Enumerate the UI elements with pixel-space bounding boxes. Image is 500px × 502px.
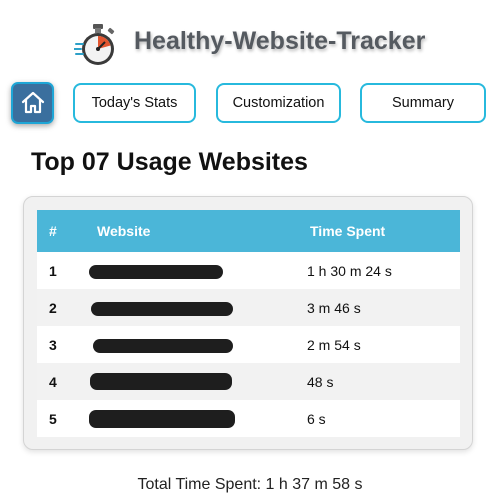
redacted-website [89,264,223,279]
column-header-website: Website [97,210,307,252]
website-cell [90,363,307,400]
rank-cell: 3 [49,336,57,353]
website-cell [91,289,307,326]
rank-cell: 5 [49,410,57,427]
app-title: Healthy-Website-Tracker [134,27,426,55]
rank-cell: 4 [37,363,97,400]
total-time-spent: Total Time Spent: 1 h 37 m 58 s [137,476,363,493]
time-cell: 2 m 54 s [307,336,361,353]
section-title: Top 07 Usage Websites [31,148,308,176]
customization-button[interactable]: Customization [216,83,341,123]
table-row: 5 6 s [37,400,460,437]
rank-cell: 2 [37,289,97,326]
table-row: 2 3 m 46 s [37,289,460,326]
rank-cell: 1 [49,262,57,279]
home-button[interactable] [11,82,54,124]
usage-table: # Website Time Spent 1 1 h 30 m 24 s 2 3… [37,210,460,437]
summary-button[interactable]: Summary [360,83,486,123]
column-header-time: Time Spent [307,210,460,252]
website-cell [89,400,307,437]
redacted-website [90,373,232,391]
usage-card: # Website Time Spent 1 1 h 30 m 24 s 2 3… [23,196,473,450]
table-header-row: # Website Time Spent [37,210,460,252]
website-cell [89,252,307,289]
redacted-website [89,409,235,428]
time-cell: 1 h 30 m 24 s [307,262,392,279]
table-row: 1 1 h 30 m 24 s [37,252,460,289]
stopwatch-icon [74,24,115,65]
column-header-rank: # [37,210,97,252]
redacted-website [93,338,233,353]
time-cell: 48 s [307,363,460,400]
time-cell: 3 m 46 s [307,289,460,326]
table-row: 3 2 m 54 s [37,326,460,363]
main-nav: Today's Stats Customization Summary [0,82,500,124]
table-row: 4 48 s [37,363,460,400]
home-icon [21,91,44,114]
time-cell: 6 s [307,410,326,427]
todays-stats-button[interactable]: Today's Stats [73,83,196,123]
app-header: Healthy-Website-Tracker [0,14,500,74]
redacted-website [91,301,233,316]
website-cell [93,326,307,363]
